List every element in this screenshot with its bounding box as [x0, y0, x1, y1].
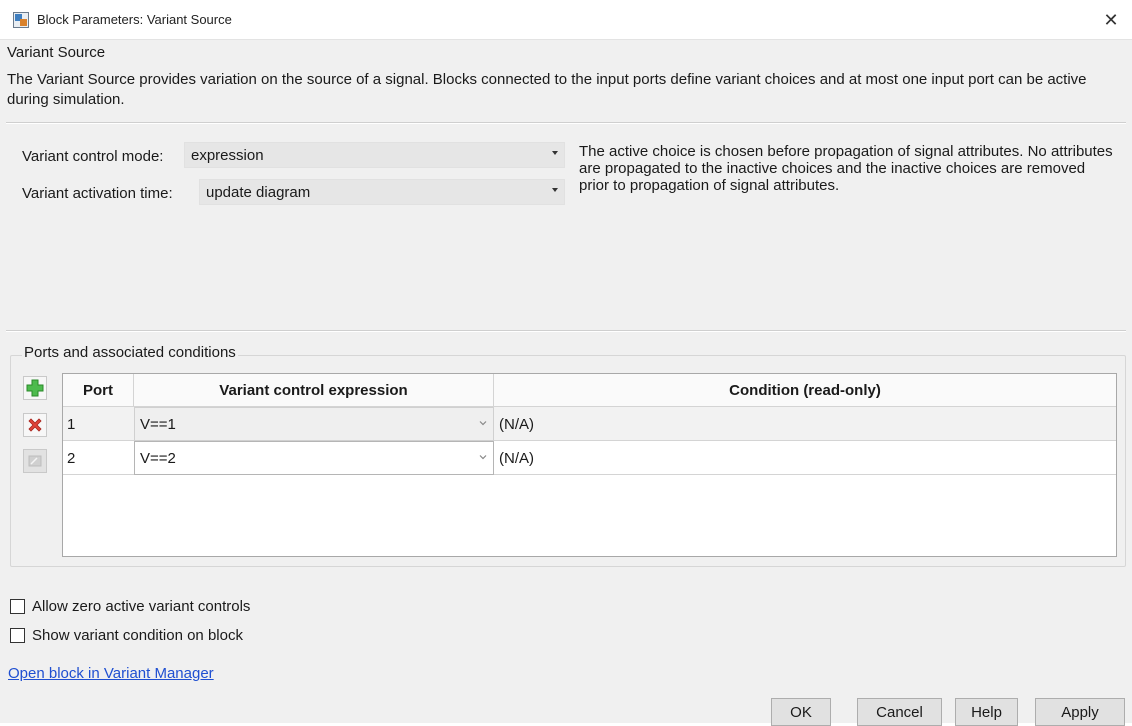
col-header-expression[interactable]: Variant control expression: [134, 374, 494, 407]
expression-combo[interactable]: V==2: [134, 441, 494, 475]
help-button[interactable]: Help: [955, 698, 1018, 726]
divider: [6, 330, 1126, 332]
activation-info-text: The active choice is chosen before propa…: [579, 143, 1113, 194]
dropdown-caret-icon: [552, 188, 558, 192]
ok-button[interactable]: OK: [771, 698, 831, 726]
table-row[interactable]: 2 V==2 (N/A): [63, 441, 1116, 475]
port-number: 2: [67, 449, 76, 467]
port-number: 1: [67, 415, 76, 433]
condition-value: (N/A): [499, 449, 534, 467]
activation-time-dropdown[interactable]: update diagram: [199, 179, 565, 205]
allow-zero-checkbox[interactable]: [10, 599, 25, 614]
disabled-action-icon: [28, 455, 42, 467]
apply-button[interactable]: Apply: [1035, 698, 1125, 726]
cancel-button[interactable]: Cancel: [857, 698, 942, 726]
col-header-condition[interactable]: Condition (read-only): [494, 374, 1116, 407]
table-row[interactable]: 1 V==1 (N/A): [63, 407, 1116, 441]
block-description: The Variant Source provides variation on…: [7, 71, 1087, 108]
delete-port-icon: [28, 418, 42, 432]
dropdown-caret-icon: [552, 151, 558, 155]
simulink-app-icon: [13, 11, 29, 28]
close-button[interactable]: ✕: [1100, 9, 1122, 31]
chevron-down-icon: [479, 455, 487, 460]
open-variant-manager-link[interactable]: Open block in Variant Manager: [8, 665, 214, 682]
expression-value: V==1: [140, 415, 176, 433]
add-port-icon: [26, 379, 44, 397]
add-port-button[interactable]: [23, 376, 47, 400]
activation-time-value: update diagram: [206, 183, 311, 201]
ports-table: Port Variant control expression Conditio…: [62, 373, 1117, 557]
ports-group-label: Ports and associated conditions: [22, 344, 238, 361]
chevron-down-icon: [479, 421, 487, 426]
control-mode-dropdown[interactable]: expression: [184, 142, 565, 168]
activation-time-label: Variant activation time:: [22, 185, 173, 202]
delete-port-button[interactable]: [23, 413, 47, 437]
block-name-heading: Variant Source: [7, 44, 106, 61]
control-mode-label: Variant control mode:: [22, 148, 164, 165]
col-header-port[interactable]: Port: [63, 374, 134, 407]
condition-value: (N/A): [499, 415, 534, 433]
show-condition-checkbox[interactable]: [10, 628, 25, 643]
show-condition-label: Show variant condition on block: [32, 627, 243, 644]
allow-zero-label: Allow zero active variant controls: [32, 598, 251, 615]
expression-combo[interactable]: V==1: [134, 407, 494, 441]
title-bar: Block Parameters: Variant Source ✕: [0, 0, 1132, 40]
control-mode-value: expression: [191, 146, 264, 164]
divider: [6, 122, 1126, 124]
disabled-action-button[interactable]: [23, 449, 47, 473]
show-condition-option[interactable]: Show variant condition on block: [10, 627, 243, 644]
expression-value: V==2: [140, 449, 176, 467]
allow-zero-option[interactable]: Allow zero active variant controls: [10, 598, 250, 615]
window-title: Block Parameters: Variant Source: [37, 12, 232, 27]
dialog-panel: Variant Source The Variant Source provid…: [0, 40, 1132, 726]
